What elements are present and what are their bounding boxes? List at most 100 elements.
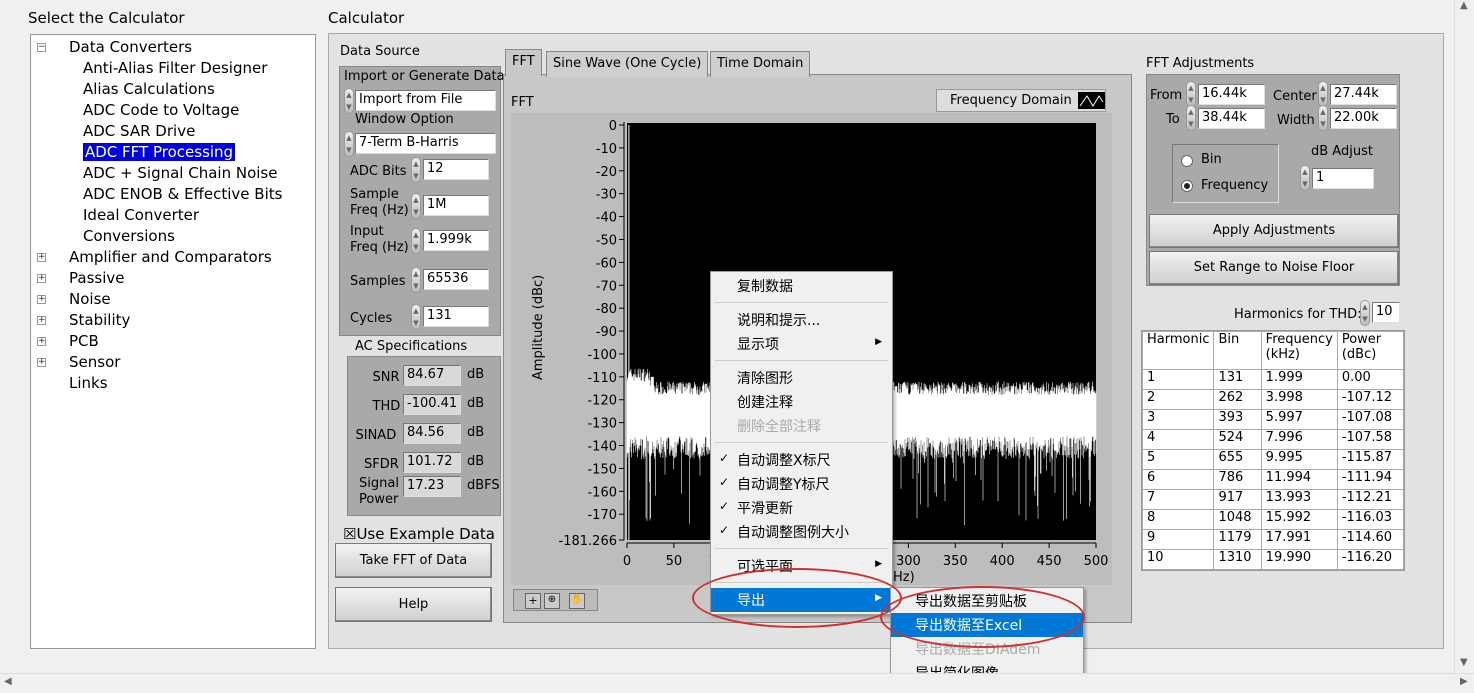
table-cell: 1048 <box>1213 509 1262 530</box>
scroll-up-icon[interactable]: ▲ <box>1460 0 1468 11</box>
table-cell: 0.00 <box>1336 369 1404 390</box>
menu-item-label: 自动调整图例大小 <box>737 525 849 541</box>
table-row: 7 917 13.993 -112.21 <box>1142 489 1404 510</box>
vertical-scrollbar[interactable]: ▲ ▼ <box>1454 0 1474 673</box>
menu-item[interactable]: ✓ 自动调整X标尺 <box>711 448 892 472</box>
table-cell: -116.03 <box>1336 509 1404 530</box>
y-tick-label: -160 <box>587 485 617 500</box>
scroll-down-icon[interactable]: ▼ <box>1460 657 1468 668</box>
x-tick-label: 450 <box>1037 554 1062 569</box>
table-cell: 17.991 <box>1260 529 1338 550</box>
y-tick-label: -120 <box>587 394 617 409</box>
table-cell: 6 <box>1142 469 1215 490</box>
bin-radio[interactable] <box>1181 155 1193 167</box>
table-cell: 2 <box>1142 389 1215 410</box>
table-cell: 10 <box>1142 549 1215 570</box>
table-cell: -107.08 <box>1336 409 1404 430</box>
scroll-left-icon[interactable]: ◀ <box>4 676 12 687</box>
check-icon: ✓ <box>719 475 730 489</box>
frequency-label: Frequency <box>1201 178 1269 193</box>
table-cell: 8 <box>1142 509 1215 530</box>
table-cell: 917 <box>1213 489 1262 510</box>
menu-separator <box>715 360 888 361</box>
y-tick-label: -40 <box>596 211 617 226</box>
check-icon: ✓ <box>719 523 730 537</box>
to-spinner[interactable]: ▲ ▼ <box>1186 105 1196 131</box>
table-cell: -115.87 <box>1336 449 1404 470</box>
table-row: 4 524 7.996 -107.58 <box>1142 429 1404 450</box>
table-cell: 11.994 <box>1260 469 1338 490</box>
table-cell: 262 <box>1213 389 1262 410</box>
cursor-tool-icon[interactable]: + <box>525 593 541 609</box>
table-cell: -111.94 <box>1336 469 1404 490</box>
column-header: Power (dBc) <box>1336 331 1404 370</box>
table-row: 3 393 5.997 -107.08 <box>1142 409 1404 430</box>
annotation-circle-export <box>692 568 902 628</box>
to-input[interactable]: 38.44k <box>1198 108 1265 129</box>
menu-item[interactable]: ✓ 自动调整图例大小 <box>711 520 892 544</box>
menu-item-label: 删除全部注释 <box>737 419 821 435</box>
center-input[interactable]: 27.44k <box>1330 84 1397 105</box>
frequency-radio[interactable] <box>1181 180 1193 192</box>
menu-item[interactable]: 清除图形 <box>711 366 892 390</box>
menu-separator <box>715 442 888 443</box>
menu-item[interactable]: 显示项 ▶ <box>711 332 892 356</box>
x-axis-label: Hz) <box>893 570 915 585</box>
table-cell: 655 <box>1213 449 1262 470</box>
annotation-circle-excel <box>880 586 1085 648</box>
table-cell: 524 <box>1213 429 1262 450</box>
set-range-noise-floor-button[interactable]: Set Range to Noise Floor <box>1149 251 1399 285</box>
table-cell: -107.58 <box>1336 429 1404 450</box>
menu-item[interactable]: 复制数据 <box>711 274 892 298</box>
table-cell: 1310 <box>1213 549 1262 570</box>
table-row: 9 1179 17.991 -114.60 <box>1142 529 1404 550</box>
x-tick-label: 350 <box>943 554 968 569</box>
table-row: 1 131 1.999 0.00 <box>1142 369 1404 390</box>
width-input[interactable]: 22.00k <box>1330 108 1397 129</box>
menu-item[interactable]: ✓ 自动调整Y标尺 <box>711 472 892 496</box>
harmonics-spinner[interactable]: ▲ ▼ <box>1360 300 1370 326</box>
table-cell: 7 <box>1142 489 1215 510</box>
menu-item[interactable]: 说明和提示... <box>711 308 892 332</box>
y-tick-label: -140 <box>587 440 617 455</box>
apply-adjustments-button[interactable]: Apply Adjustments <box>1149 214 1399 248</box>
table-cell: 5.997 <box>1260 409 1338 430</box>
scroll-right-icon[interactable]: ▶ <box>1460 676 1468 687</box>
table-row: 10 1310 19.990 -116.20 <box>1142 549 1404 570</box>
db-adjust-input[interactable]: 1 <box>1312 168 1374 189</box>
column-header: Frequency (kHz) <box>1260 331 1338 370</box>
zoom-tool-icon[interactable]: ⊕ <box>544 593 560 609</box>
context-menu: 复制数据说明和提示... 显示项 ▶ 清除图形创建注释删除全部注释 ✓ 自动调整X标尺 ✓ 自… <box>710 271 893 615</box>
harmonics-input[interactable]: 10 <box>1372 302 1400 323</box>
table-cell: 131 <box>1213 369 1262 390</box>
from-spinner[interactable]: ▲ ▼ <box>1186 81 1196 107</box>
y-tick-label: -60 <box>596 256 617 271</box>
table-cell: 9 <box>1142 529 1215 550</box>
x-tick-label: 400 <box>990 554 1015 569</box>
submenu-arrow-icon: ▶ <box>875 559 882 569</box>
horizontal-scrollbar[interactable]: ◀ ▶ <box>0 673 1474 693</box>
y-tick-label: -90 <box>596 325 617 340</box>
x-tick-label: 500 <box>1084 554 1109 569</box>
pan-tool-icon[interactable]: ✋ <box>569 593 585 609</box>
from-input[interactable]: 16.44k <box>1198 84 1265 105</box>
center-label: Center <box>1273 89 1317 104</box>
x-tick-label: 0 <box>623 554 631 569</box>
menu-item-label: 清除图形 <box>737 371 793 387</box>
menu-item[interactable]: 删除全部注释 <box>711 414 892 438</box>
table-cell: 3 <box>1142 409 1215 430</box>
width-label: Width <box>1277 113 1315 128</box>
table-cell: 9.995 <box>1260 449 1338 470</box>
width-spinner[interactable]: ▲ ▼ <box>1318 105 1328 131</box>
table-row: 5 655 9.995 -115.87 <box>1142 449 1404 470</box>
menu-item-label: 自动调整Y标尺 <box>737 477 830 493</box>
table-cell: -107.12 <box>1336 389 1404 410</box>
menu-item[interactable]: 创建注释 <box>711 390 892 414</box>
table-cell: 1 <box>1142 369 1215 390</box>
table-cell: 393 <box>1213 409 1262 430</box>
harmonics-table[interactable]: Harmonic Bin Frequency (kHz) Power (dBc) 1 13… <box>1141 330 1405 571</box>
center-spinner[interactable]: ▲ ▼ <box>1318 81 1328 107</box>
y-tick-label: -170 <box>587 508 617 523</box>
menu-item[interactable]: ✓ 平滑更新 <box>711 496 892 520</box>
db-adjust-spinner[interactable]: ▲ ▼ <box>1300 165 1310 191</box>
